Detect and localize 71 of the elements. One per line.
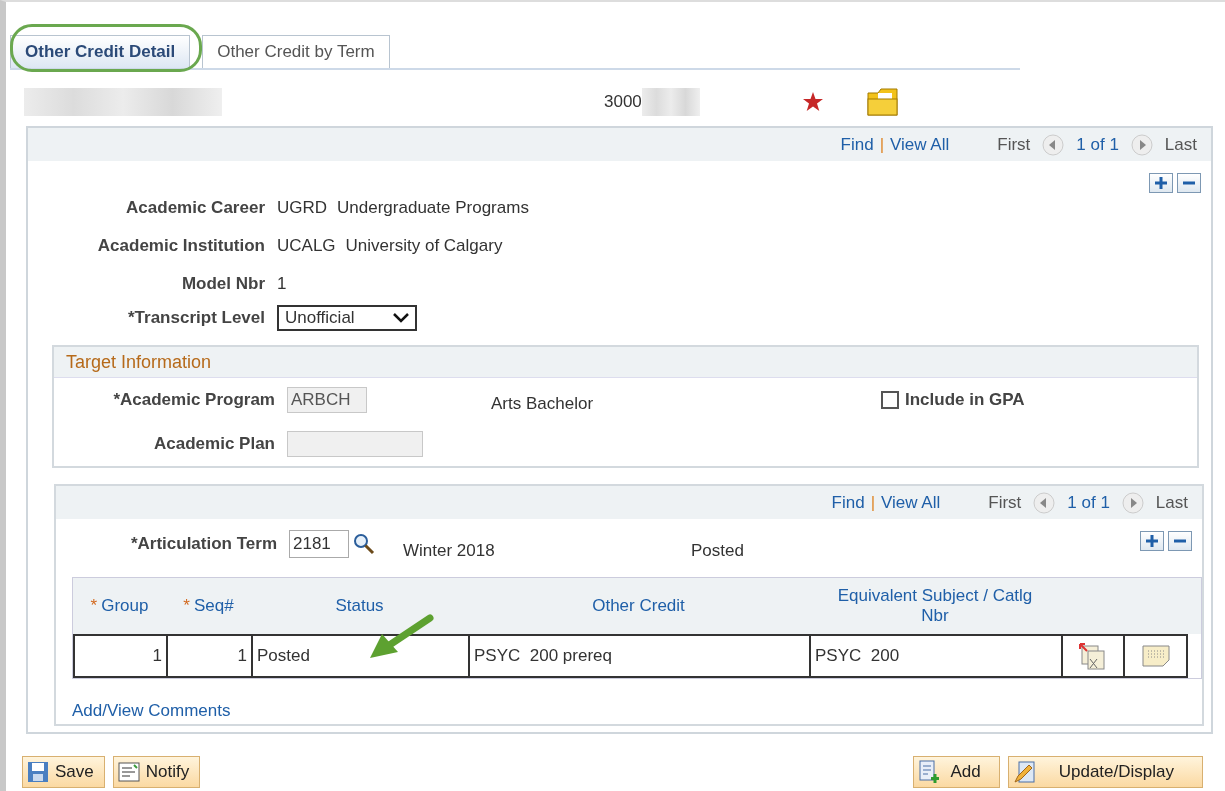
table-cell: PSYC 200 prereq <box>468 634 811 678</box>
field-value: UCALG <box>277 236 336 256</box>
pencil-document-icon <box>1012 760 1037 784</box>
add-view-comments-link[interactable]: Add/View Comments <box>72 701 231 721</box>
last-label: Last <box>1164 134 1197 155</box>
star-icon[interactable] <box>801 91 824 113</box>
column-header[interactable]: * Group <box>73 578 166 634</box>
field-value: 1 <box>277 274 287 294</box>
field-value: UGRD <box>277 198 328 218</box>
checkbox[interactable] <box>881 391 899 409</box>
chevron-icon <box>393 313 409 323</box>
folder-icon[interactable] <box>865 87 900 117</box>
table-cell: 1 <box>73 634 168 678</box>
blurred-id <box>641 88 700 116</box>
column-header[interactable]: Equivalent Subject / Catlg Nbr <box>809 578 1061 634</box>
next-icon[interactable] <box>1130 133 1153 156</box>
toolbar-button[interactable]: Notify <box>112 756 201 788</box>
column-header[interactable]: Other Credit <box>468 578 809 634</box>
tab[interactable]: Other Credit by Term <box>202 35 390 68</box>
document-arrow-icon[interactable] <box>1078 642 1108 670</box>
page-count: 1 of 1 <box>1067 492 1110 513</box>
add-row-button[interactable] <box>1140 531 1164 551</box>
link-separator: | <box>870 492 876 513</box>
field-label: Academic Plan <box>153 434 276 454</box>
field-value: Undergraduate Programs <box>337 198 529 218</box>
tab[interactable]: Other Credit Detail <box>10 35 191 68</box>
checkbox-label: Include in GPA <box>905 390 1025 410</box>
view-all-link[interactable]: View All <box>881 492 941 513</box>
field-value: University of Calgary <box>345 236 503 256</box>
academic-program-field[interactable]: ARBCH <box>287 387 367 413</box>
program-description: Arts Bachelor <box>491 394 595 414</box>
transcript-level-dropdown[interactable]: Unofficial <box>277 305 417 331</box>
find-link[interactable]: Find <box>840 134 874 155</box>
field-label: Academic Career <box>125 198 266 218</box>
term-status: Posted <box>691 541 744 561</box>
field-label: Academic Institution <box>96 236 266 256</box>
note-icon <box>117 762 140 782</box>
group-title: Target Information <box>54 347 1197 378</box>
add-document-icon <box>918 760 941 784</box>
page-count: 1 of 1 <box>1076 134 1119 155</box>
id-number: 3000 <box>604 92 642 112</box>
previous-icon[interactable] <box>1042 133 1065 156</box>
field-label: *Academic Program <box>112 390 276 410</box>
academic-plan-field[interactable] <box>287 431 423 457</box>
field-label: Model Nbr <box>180 274 266 294</box>
view-all-link[interactable]: View All <box>890 134 950 155</box>
last-label: Last <box>1155 492 1188 513</box>
previous-icon[interactable] <box>1033 491 1056 514</box>
first-label: First <box>997 134 1031 155</box>
delete-row-button[interactable] <box>1177 173 1201 193</box>
link-separator: | <box>879 134 885 155</box>
next-icon[interactable] <box>1121 491 1144 514</box>
plus-icon <box>1154 176 1168 190</box>
toolbar-button[interactable]: Add <box>913 756 1000 788</box>
articulation-term-field[interactable]: 2181 <box>289 530 349 558</box>
first-label: First <box>988 492 1022 513</box>
toolbar-button[interactable]: Save <box>22 756 105 788</box>
field-label: *Articulation Term <box>129 534 278 554</box>
field-label: *Transcript Level <box>127 308 266 328</box>
add-row-button[interactable] <box>1149 173 1173 193</box>
table-cell: 1 <box>166 634 253 678</box>
find-link[interactable]: Find <box>831 492 865 513</box>
term-description: Winter 2018 <box>403 541 496 561</box>
pointer-arrow <box>368 614 434 660</box>
table-cell: PSYC 200 <box>809 634 1063 678</box>
delete-row-button[interactable] <box>1168 531 1192 551</box>
search-icon[interactable] <box>353 533 375 555</box>
toolbar-button[interactable]: Update/Display <box>1007 756 1203 788</box>
column-header[interactable]: Status <box>251 578 468 634</box>
column-header[interactable]: * Seq# <box>166 578 251 634</box>
plus-icon <box>1145 534 1159 548</box>
